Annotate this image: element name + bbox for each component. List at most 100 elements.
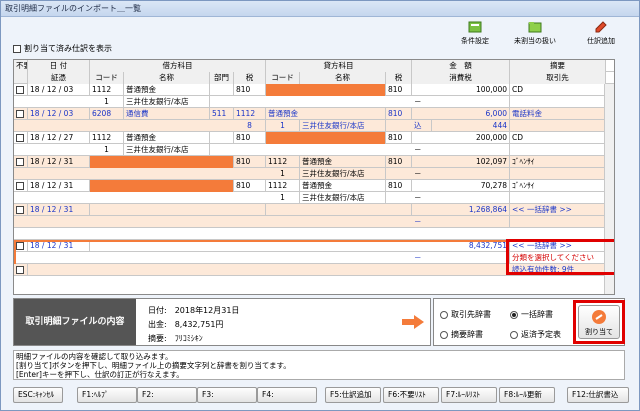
apply-label: 割り当て	[585, 328, 613, 336]
table-row[interactable]: 1 三井住友銀行/本店 －	[14, 96, 614, 108]
table-row[interactable]: 18 / 12 / 03 6208 通信費 511 1112 普通預金 810 …	[14, 108, 614, 120]
radio-partner-dict[interactable]: 取引先辞書	[440, 309, 491, 320]
radio-bulk-dict[interactable]: 一括辞書	[510, 309, 553, 320]
row-checkbox[interactable]	[14, 180, 28, 192]
radio-refund-schedule[interactable]: 返済予定表	[510, 329, 561, 340]
row-credit-blank[interactable]	[266, 204, 412, 216]
fkey-f7-rule-list[interactable]: F7:ﾙｰﾙﾘｽﾄ	[441, 387, 497, 403]
row-checkbox[interactable]	[14, 240, 28, 252]
row-debit-code: 1112	[90, 132, 124, 144]
show-assigned-checkbox[interactable]: 割り当て済み仕訳を表示	[13, 43, 112, 54]
row-credit-name: 普通預金	[266, 108, 386, 120]
row-debit-code: 6208	[90, 108, 124, 120]
add-entry-button[interactable]: 仕訳追加	[577, 21, 625, 53]
table-row[interactable]: 18 / 12 / 31 1,268,864 << 一括辞書 >>	[14, 204, 614, 216]
row-debit-name: 通信費	[124, 108, 210, 120]
vertical-scrollbar[interactable]	[604, 84, 614, 294]
row-checkbox[interactable]	[14, 204, 28, 216]
row-debit-subcode: 1	[90, 96, 124, 108]
row-credit-subname: 三井住友銀行/本店	[300, 120, 386, 132]
table-row[interactable]: 1 三井住友銀行/本店 －	[14, 192, 614, 204]
row-summary: 電話料金	[510, 108, 606, 120]
fkey-esc-cancel[interactable]: ESC:ｷｬﾝｾﾙ	[13, 387, 63, 403]
table-row[interactable]: －	[14, 216, 614, 228]
row-summary: CD	[510, 84, 606, 96]
row-credit-code: 1112	[266, 156, 300, 168]
settings-icon	[468, 21, 482, 33]
table-row[interactable]: 18 / 12 / 27 1112 普通預金 810 810 200,000 C…	[14, 132, 614, 144]
window-title: 取引明細ファイルのインポート＿一覧	[1, 1, 639, 17]
header-row-1: 不要 日 付 借方科目 貸方科目 金 額 摘要	[14, 60, 614, 84]
header-amount: 金 額	[412, 60, 510, 72]
row-mark: －	[412, 252, 510, 264]
table-row[interactable]: 1 三井住友銀行/本店 －	[14, 168, 614, 180]
row-mark: 込	[412, 120, 432, 132]
row-summary: ｺﾞﾍﾝｻｲ	[510, 156, 606, 168]
fkey-f2[interactable]: F2:	[137, 387, 197, 403]
fkey-f6-unneeded-list[interactable]: F6:不要ﾘｽﾄ	[383, 387, 439, 403]
radio-summary-dict-label: 摘要辞書	[451, 330, 483, 339]
pencil-icon	[595, 21, 607, 33]
row-mark: －	[412, 96, 510, 108]
unassigned-button[interactable]: 未割当の扱い	[511, 21, 559, 53]
row-date: 18 / 12 / 03	[28, 84, 90, 96]
row-checkbox[interactable]	[14, 132, 28, 144]
row-credit-tax: 810	[386, 84, 412, 96]
table-row[interactable]: 18 / 12 / 31 810 1112 普通預金 810 102,097 ｺ…	[14, 156, 614, 168]
row-debit-empty[interactable]	[90, 180, 234, 192]
col-voucher: 証憑	[28, 72, 90, 84]
header-summary: 摘要	[510, 60, 606, 72]
row-credit-empty[interactable]	[266, 84, 386, 96]
info-out-line: 出金: 8,432,751円	[148, 319, 223, 330]
row-tax-rate: 8	[234, 120, 266, 132]
row-debit-empty[interactable]	[90, 156, 234, 168]
table-row[interactable]: 18 / 12 / 31 810 1112 普通預金 810 70,278 ｺﾞ…	[14, 180, 614, 192]
table-row[interactable]: 8 1 三井住友銀行/本店 込 444	[14, 120, 614, 132]
file-content-label: 取引明細ファイルの内容	[14, 299, 136, 345]
fkey-f4[interactable]: F4:	[257, 387, 317, 403]
fkey-f8-rule-update[interactable]: F8:ﾙｰﾙ更新	[499, 387, 555, 403]
apply-button[interactable]: 割り当て	[578, 305, 620, 339]
row-debit-subcode: 1	[90, 144, 124, 156]
row-debit-blank[interactable]	[90, 204, 266, 216]
folder-icon	[528, 22, 542, 33]
row-checkbox[interactable]	[14, 264, 28, 276]
row-debit-tax: 810	[234, 180, 266, 192]
row-credit-empty[interactable]	[266, 132, 386, 144]
info-memo-line: 摘要: ﾌﾘｺﾐｼｷﾝ	[148, 333, 203, 344]
row-summary: << 一括辞書 >>	[510, 240, 606, 252]
journal-grid[interactable]: 不要 日 付 借方科目 貸方科目 金 額 摘要 証憑 コード 名称 部門 税 コ…	[13, 59, 615, 295]
row-checkbox[interactable]	[14, 108, 28, 120]
row-credit-tax: 810	[386, 156, 412, 168]
row-checkbox[interactable]	[14, 156, 28, 168]
table-row[interactable]: 1 三井住友銀行/本店 －	[14, 144, 614, 156]
fkey-f1-help[interactable]: F1:ﾍﾙﾌﾟ	[77, 387, 137, 403]
checkbox-box[interactable]	[13, 44, 21, 53]
info-memo-label: 摘要:	[148, 334, 167, 343]
row-date: 18 / 12 / 31	[28, 156, 90, 168]
row-amount: 8,432,751	[412, 240, 510, 252]
settings-button[interactable]: 条件設定	[451, 21, 499, 53]
row-debit-name: 普通預金	[124, 132, 210, 144]
row-date: 18 / 12 / 31	[28, 180, 90, 192]
row-mark: －	[412, 192, 510, 204]
import-window: 取引明細ファイルのインポート＿一覧 条件設定 未割当の扱い 仕訳追加 割り当て済…	[0, 0, 640, 411]
row-checkbox[interactable]	[14, 84, 28, 96]
row-credit-subcode: 1	[266, 168, 300, 180]
fkey-f3[interactable]: F3:	[197, 387, 257, 403]
fkey-f12-write-entries[interactable]: F12:仕訳書込	[567, 387, 629, 403]
message-line: 明細ファイルの内容を確認して取り込みます。	[16, 352, 173, 361]
table-row[interactable]: － 分類を選択してください	[14, 252, 614, 264]
row-credit-subname: 三井住友銀行/本店	[300, 192, 386, 204]
col-consumption-tax: 消費税	[412, 72, 510, 84]
unassigned-label: 未割当の扱い	[514, 37, 556, 45]
table-row-selected[interactable]: 18 / 12 / 31 8,432,751 << 一括辞書 >>	[14, 240, 614, 252]
table-row[interactable]: 18 / 12 / 03 1112 普通預金 810 810 100,000 C…	[14, 84, 614, 96]
radio-summary-dict[interactable]: 摘要辞書	[440, 329, 483, 340]
table-row[interactable]: 読込有効件数: 9件	[14, 264, 614, 276]
row-credit-subcode: 1	[266, 120, 300, 132]
row-summary: CD	[510, 132, 606, 144]
col-debit-code: コード	[90, 72, 124, 84]
info-out-value: 8,432,751円	[174, 320, 224, 329]
fkey-f5-add-entry[interactable]: F5:仕訳追加	[325, 387, 381, 403]
